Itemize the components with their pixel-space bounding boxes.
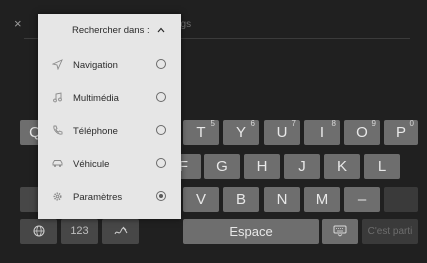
key-number-hint: 5 xyxy=(210,119,215,128)
space-key-label: Espace xyxy=(229,224,273,239)
key-label: T xyxy=(196,124,206,141)
key-label: J xyxy=(298,158,306,175)
close-icon[interactable]: × xyxy=(14,17,22,31)
language-key[interactable] xyxy=(20,219,57,244)
dropdown-header[interactable]: Rechercher dans : xyxy=(38,14,181,47)
key-label: K xyxy=(336,158,347,175)
key-number-hint: 8 xyxy=(331,119,336,128)
key-label: U xyxy=(276,124,288,141)
radio-button-selected[interactable] xyxy=(156,191,166,201)
handwriting-icon xyxy=(114,226,127,235)
go-key-label: C'est parti xyxy=(367,226,413,237)
key-label: – xyxy=(357,191,367,208)
key-label: B xyxy=(235,191,246,208)
key-label: L xyxy=(377,158,387,175)
key-label: I xyxy=(319,124,325,141)
space-key[interactable]: Espace xyxy=(183,219,319,244)
radio-button[interactable] xyxy=(156,59,166,69)
key-l[interactable]: L xyxy=(364,154,400,179)
option-parametres[interactable]: Paramètres xyxy=(38,182,181,212)
key-v[interactable]: V xyxy=(183,187,219,212)
keyboard-search-screen: × ngs Q T 5 Y 6 U 7 I 8 O 9 P 0 F G H J … xyxy=(0,0,427,263)
numeric-key[interactable]: 123 xyxy=(61,219,98,244)
key-m[interactable]: M xyxy=(304,187,340,212)
key-p[interactable]: P 0 xyxy=(384,119,418,145)
key-label: N xyxy=(276,191,288,208)
chevron-up-icon[interactable] xyxy=(156,25,166,35)
key-label: P xyxy=(395,124,406,141)
key-number-hint: 7 xyxy=(291,119,296,128)
key-h[interactable]: H xyxy=(244,154,280,179)
key-label: M xyxy=(315,191,329,208)
key-t[interactable]: T 5 xyxy=(183,119,219,145)
radio-button[interactable] xyxy=(156,92,166,102)
option-label: Véhicule xyxy=(73,159,110,170)
key-number-hint: 9 xyxy=(371,119,376,128)
option-label: Téléphone xyxy=(73,126,118,137)
key-u[interactable]: U 7 xyxy=(264,119,300,145)
backspace-key[interactable] xyxy=(384,187,418,212)
numeric-key-label: 123 xyxy=(70,225,89,237)
go-key[interactable]: C'est parti xyxy=(362,219,418,244)
gear-icon xyxy=(53,192,62,201)
key-k[interactable]: K xyxy=(324,154,360,179)
option-telephone[interactable]: Téléphone xyxy=(38,116,181,146)
key-number-hint: 0 xyxy=(409,119,414,128)
keyboard-icon xyxy=(333,225,347,237)
option-label: Multimédia xyxy=(73,93,119,104)
key-label: G xyxy=(216,158,228,175)
option-vehicule[interactable]: Véhicule xyxy=(38,149,181,179)
search-scope-dropdown: Rechercher dans : Navigation Multimédia xyxy=(38,14,181,219)
key-y[interactable]: Y 6 xyxy=(223,119,259,145)
key-label: O xyxy=(356,124,368,141)
option-label: Paramètres xyxy=(73,192,123,203)
key-label: Y xyxy=(235,124,246,141)
radio-button[interactable] xyxy=(156,158,166,168)
globe-icon xyxy=(33,225,44,237)
option-multimedia[interactable]: Multimédia xyxy=(38,83,181,113)
option-label: Navigation xyxy=(73,60,118,71)
key-b[interactable]: B xyxy=(223,187,259,212)
hide-keyboard-key[interactable] xyxy=(322,219,358,244)
key-number-hint: 6 xyxy=(250,119,255,128)
radio-button[interactable] xyxy=(156,125,166,135)
key-i[interactable]: I 8 xyxy=(304,119,340,145)
dropdown-title: Rechercher dans : xyxy=(72,25,150,36)
phone-icon xyxy=(53,125,63,135)
key-label: H xyxy=(256,158,268,175)
option-navigation[interactable]: Navigation xyxy=(38,50,181,80)
key-label: V xyxy=(195,191,206,208)
car-icon xyxy=(52,160,63,167)
key-g[interactable]: G xyxy=(204,154,240,179)
key-j[interactable]: J xyxy=(284,154,320,179)
key-o[interactable]: O 9 xyxy=(344,119,380,145)
handwriting-key[interactable] xyxy=(102,219,139,244)
music-note-icon xyxy=(53,92,62,103)
key-dash[interactable]: – xyxy=(344,187,380,212)
key-n[interactable]: N xyxy=(264,187,300,212)
navigation-arrow-icon xyxy=(52,59,63,70)
